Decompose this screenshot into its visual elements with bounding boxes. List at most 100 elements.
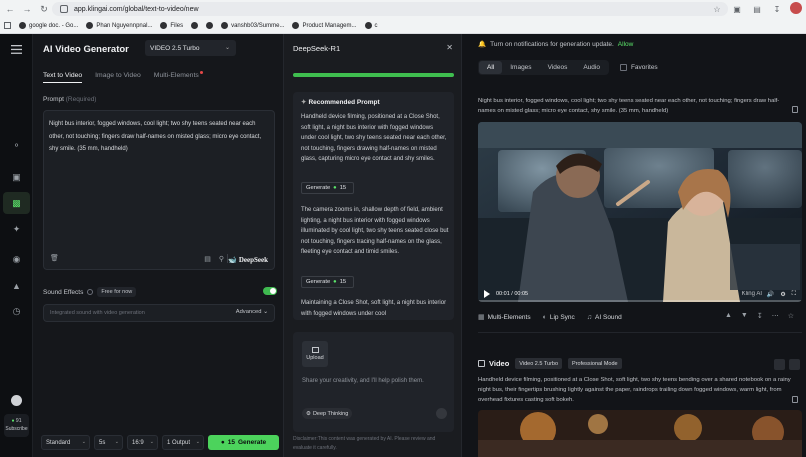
upload-button[interactable]: Upload (302, 341, 328, 367)
favorites-checkbox[interactable]: Favorites (619, 64, 658, 71)
settings-icon[interactable]: ⚙ (780, 291, 785, 298)
chevron-down-icon: ⌄ (149, 439, 154, 445)
copy-icon[interactable] (792, 396, 798, 403)
page-title: AI Video Generator (43, 44, 129, 55)
template-icon[interactable]: ▤ (204, 255, 211, 263)
apps-icon[interactable] (4, 22, 11, 29)
deepseek-title: DeepSeek-R1 (293, 44, 341, 53)
wand-icon: ✦ (301, 99, 307, 106)
lip-sync-action[interactable]: ◐ Lip Sync (543, 314, 575, 321)
generate-button[interactable]: ● 15 Generate (208, 435, 279, 450)
prompt-label: Prompt (Required) (43, 96, 97, 103)
menu-icon[interactable] (9, 42, 24, 57)
effects-icon[interactable]: ✦ (9, 222, 24, 237)
cast-icon[interactable]: ▤ (750, 2, 764, 16)
advanced-dropdown[interactable]: Advanced ⌄ (236, 309, 268, 315)
star-icon[interactable]: ☆ (788, 312, 794, 320)
download-icon[interactable]: ↧ (757, 312, 763, 320)
recommended-prompt-1[interactable]: Handheld device filming, positioned at a… (301, 112, 449, 165)
layers-icon: ▦ (478, 314, 485, 321)
model-select[interactable]: VIDEO 2.5 Turbo ⌄ (145, 40, 236, 56)
reload-icon[interactable]: ↻ (37, 2, 51, 16)
more-icon[interactable]: ⋯ (772, 312, 779, 320)
output-select[interactable]: 1 Output ⌄ (162, 435, 204, 450)
multi-elements-action[interactable]: ▦ Multi-Elements (478, 313, 531, 322)
lips-icon: ◐ (542, 313, 547, 321)
bookmark-star-icon[interactable]: ☆ (710, 2, 724, 16)
bookmark-item[interactable]: c (364, 22, 378, 29)
video-frame-2 (478, 410, 802, 457)
fullscreen-icon[interactable]: ⛶ (792, 291, 796, 298)
tab-image-to-video[interactable]: Image to Video (95, 72, 141, 79)
video-icon[interactable]: ▩ (3, 192, 30, 214)
bookmark-item[interactable]: Files (160, 22, 183, 29)
user-avatar[interactable] (11, 395, 22, 406)
prompt-textarea[interactable]: Night bus interior, fogged windows, cool… (43, 110, 275, 270)
forward-icon[interactable]: → (20, 2, 34, 16)
credit-icon: ● (333, 185, 337, 191)
download-icon[interactable]: ↧ (770, 2, 784, 16)
history-icon[interactable]: ◷ (9, 304, 24, 319)
extensions-icon[interactable]: ▣ (730, 2, 744, 16)
sound-input[interactable]: Integrated sound with video generation A… (43, 304, 275, 322)
tab-text-to-video[interactable]: Text to Video (43, 72, 83, 83)
video-player[interactable]: 00:01 / 00:05 🔊 ⚙ ⛶ Kling AI (478, 122, 802, 302)
assets-icon[interactable]: ▲ (9, 278, 24, 293)
tab-multi-elements[interactable]: Multi-Elements (154, 71, 203, 79)
recommended-prompt-2[interactable]: The camera zooms in, shallow depth of fi… (301, 205, 449, 258)
recommended-heading: ✦ Recommended Prompt (301, 99, 380, 106)
allow-link[interactable]: Allow (618, 41, 634, 48)
deep-thinking-toggle[interactable]: ⚙ Deep Thinking (302, 408, 353, 419)
thumbs-down-icon[interactable]: ▼ (741, 312, 748, 320)
divider (478, 332, 802, 333)
filter-audio[interactable]: Audio (575, 61, 608, 74)
generate-prompt-1-button[interactable]: Generate ● 15 (301, 182, 354, 194)
generator-panel: AI Video Generator VIDEO 2.5 Turbo ⌄ Tex… (33, 34, 283, 457)
left-rail: ⚬ ▣ ▩ ✦ ◉ ▲ ◷ ● 91 Subscribe (0, 34, 33, 457)
deepseek-input[interactable]: Upload Share your creativity, and I'll h… (293, 332, 454, 432)
bookmark-item[interactable]: google doc. - Go... (19, 22, 78, 29)
video-player-2[interactable] (478, 410, 802, 457)
bookmark-item[interactable] (206, 22, 214, 29)
site-info-icon[interactable] (60, 5, 68, 13)
ratio-select[interactable]: 16:9 ⌄ (127, 435, 158, 450)
close-icon[interactable]: ✕ (446, 43, 453, 52)
bookmark-item[interactable]: Product Managem... (292, 22, 357, 29)
sound-effects-label: Sound Effects Free for now (43, 287, 137, 297)
url-text: app.klingai.com/global/text-to-video/new (74, 5, 199, 13)
info-icon[interactable] (87, 289, 94, 295)
copy-icon[interactable] (792, 106, 798, 113)
explore-icon[interactable]: ⚬ (9, 138, 24, 153)
profile-avatar[interactable] (790, 2, 802, 14)
credit-badge[interactable]: ● 91 Subscribe (4, 414, 29, 437)
ai-sound-action[interactable]: ♫ AI Sound (587, 314, 622, 321)
filter-videos[interactable]: Videos (540, 61, 576, 74)
bookmark-item[interactable] (191, 22, 199, 29)
mode-badge: Professional Mode (568, 358, 622, 369)
bookmark-item[interactable]: vanshb03/Summe... (221, 22, 284, 29)
filter-all[interactable]: All (479, 61, 503, 74)
generate-prompt-2-button[interactable]: Generate ● 15 (301, 276, 354, 288)
video-time: 00:01 / 00:05 (496, 291, 529, 297)
recommended-prompt-3[interactable]: Maintaining a Close Shot, soft light, a … (301, 298, 449, 319)
send-button[interactable] (436, 408, 447, 419)
edit-icon[interactable] (774, 359, 785, 370)
location-icon[interactable]: ⚲ (219, 255, 224, 263)
mode-select[interactable]: Standard ⌄ (41, 435, 90, 450)
expand-icon[interactable] (789, 359, 800, 370)
new-dot (199, 71, 203, 74)
chevron-down-icon: ⌄ (263, 309, 268, 315)
sound-effects-toggle[interactable] (263, 287, 277, 295)
thumbs-up-icon[interactable]: ▲ (725, 312, 732, 320)
volume-icon[interactable]: 🔊 (767, 291, 774, 298)
bookmark-item[interactable]: Phan Nguyennpnal... (86, 22, 152, 29)
image-icon[interactable]: ▣ (9, 170, 24, 185)
filter-images[interactable]: Images (502, 61, 539, 74)
back-icon[interactable]: ← (3, 2, 17, 16)
address-bar[interactable]: app.klingai.com/global/text-to-video/new (52, 2, 728, 16)
play-icon[interactable] (484, 290, 490, 298)
duration-select[interactable]: 5s ⌄ (94, 435, 123, 450)
deepseek-button[interactable]: 🐋 DeepSeek (228, 256, 268, 264)
trash-icon[interactable]: 🗑 (50, 254, 59, 262)
audio-icon[interactable]: ◉ (9, 252, 24, 267)
